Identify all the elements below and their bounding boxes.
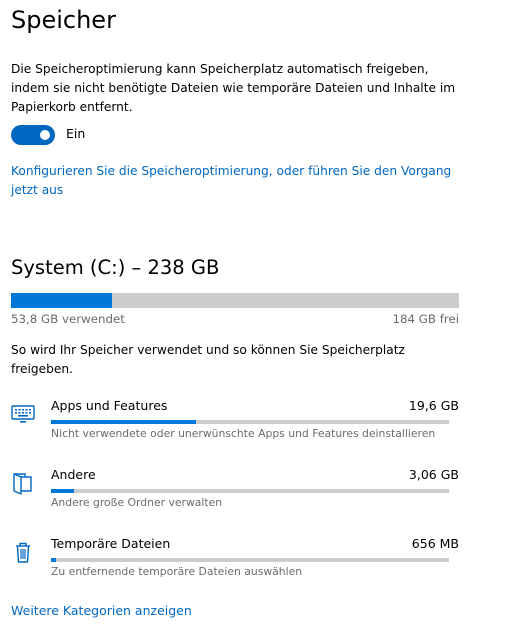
category-usage-bar-fill xyxy=(51,420,197,424)
category-description: Nicht verwendete oder unerwünschte Apps … xyxy=(51,427,436,440)
trash-icon xyxy=(11,540,35,564)
category-description: Andere große Ordner verwalten xyxy=(51,496,223,509)
category-other[interactable]: Andere 3,06 GB Andere große Ordner verwa… xyxy=(11,467,459,517)
category-size: 656 MB xyxy=(411,536,459,551)
drive-title: System (C:) – 238 GB xyxy=(11,256,220,279)
category-name: Andere xyxy=(51,467,96,482)
configure-storage-sense-link[interactable]: Konfigurieren Sie die Speicheroptimierun… xyxy=(11,162,471,200)
category-name: Apps und Features xyxy=(51,398,168,413)
page-title: Speicher xyxy=(11,6,116,34)
category-usage-bar xyxy=(51,489,449,493)
show-more-categories-link[interactable]: Weitere Kategorien anzeigen xyxy=(11,603,192,618)
drive-free-label: 184 GB frei xyxy=(392,312,459,326)
drive-usage-bar xyxy=(11,293,459,308)
drive-used-label: 53,8 GB verwendet xyxy=(11,312,125,326)
category-usage-bar xyxy=(51,420,449,424)
category-size: 19,6 GB xyxy=(408,398,459,413)
toggle-state-label: Ein xyxy=(66,126,86,141)
category-description: Zu entfernende temporäre Dateien auswähl… xyxy=(51,565,303,578)
category-temporary-files[interactable]: Temporäre Dateien 656 MB Zu entfernende … xyxy=(11,536,459,586)
storage-sense-description: Die Speicheroptimierung kann Speicherpla… xyxy=(11,62,456,114)
toggle-knob xyxy=(40,130,50,140)
storage-sense-toggle[interactable] xyxy=(11,125,55,145)
category-name: Temporäre Dateien xyxy=(51,536,171,551)
folder-icon xyxy=(11,471,35,495)
category-usage-bar-fill xyxy=(51,489,74,493)
drive-usage-bar-fill xyxy=(11,293,113,308)
category-usage-bar xyxy=(51,558,449,562)
category-apps-and-features[interactable]: Apps und Features 19,6 GB Nicht verwende… xyxy=(11,398,459,448)
category-usage-bar-fill xyxy=(51,558,56,562)
usage-intro-text: So wird Ihr Speicher verwendet und so kö… xyxy=(11,343,405,376)
keyboard-icon xyxy=(11,402,35,426)
category-size: 3,06 GB xyxy=(408,467,459,482)
